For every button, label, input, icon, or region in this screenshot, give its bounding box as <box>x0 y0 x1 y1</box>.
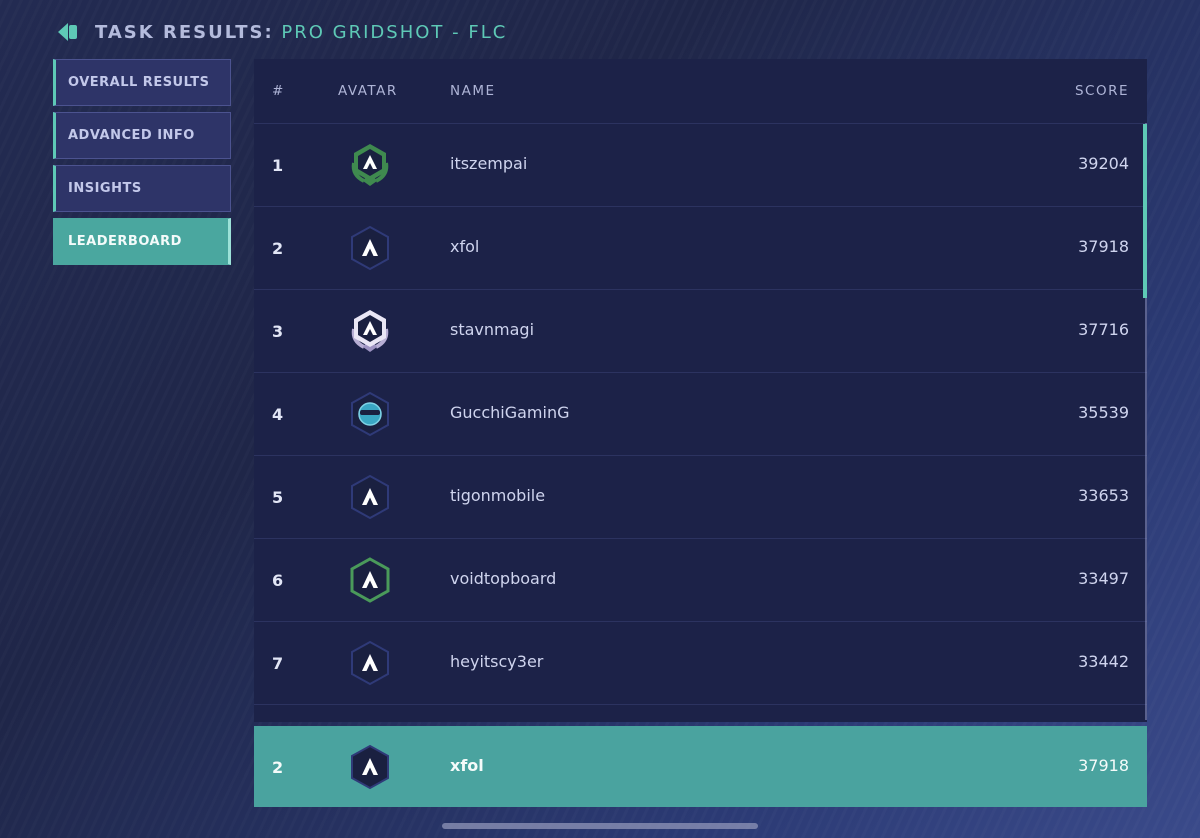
row-score: 33442 <box>1078 652 1129 671</box>
table-row[interactable]: 3 stavnmagi 37716 <box>254 290 1147 373</box>
row-rank: 4 <box>272 405 284 424</box>
nav-insights[interactable]: INSIGHTS <box>53 165 231 212</box>
row-score: 37716 <box>1078 320 1129 339</box>
table-row[interactable]: 2 xfol 37918 <box>254 207 1147 290</box>
page-title: TASK RESULTS: PRO GRIDSHOT - FLC <box>95 22 507 43</box>
green-hexagon-badge-icon <box>350 557 390 603</box>
table-row[interactable]: 5 tigonmobile 33653 <box>254 456 1147 539</box>
table-row[interactable]: 1 itszempai 39204 <box>254 124 1147 207</box>
row-rank: 7 <box>272 654 284 673</box>
nav-leaderboard[interactable]: LEADERBOARD <box>53 218 231 265</box>
back-arrow-icon <box>58 23 77 41</box>
current-user-row[interactable]: 2 xfol 37918 <box>254 726 1147 807</box>
back-button[interactable] <box>55 19 81 45</box>
table-header: # AVATAR NAME SCORE <box>254 59 1147 124</box>
avatar-column-header: AVATAR <box>338 83 398 99</box>
page-header: TASK RESULTS: PRO GRIDSHOT - FLC <box>55 18 507 46</box>
rank-column-header: # <box>272 83 285 99</box>
row-rank: 2 <box>272 239 284 258</box>
row-name: tigonmobile <box>450 486 546 505</box>
score-column-header: SCORE <box>1074 83 1129 99</box>
table-row[interactable]: 4 GucchiGaminG 35539 <box>254 373 1147 456</box>
row-name: itszempai <box>450 154 528 173</box>
hexagon-badge-icon <box>351 640 389 686</box>
leaderboard-table: # AVATAR NAME SCORE 1 itszempai 39204 2 … <box>254 59 1147 722</box>
row-rank: 3 <box>272 322 284 341</box>
scrollbar-thumb[interactable] <box>1143 124 1147 298</box>
home-indicator[interactable] <box>442 823 758 829</box>
gold-laurel-badge-icon <box>351 144 389 186</box>
hexagon-badge-icon <box>351 744 389 790</box>
custom-avatar-icon <box>351 391 389 437</box>
row-rank: 5 <box>272 488 284 507</box>
row-rank: 6 <box>272 571 284 590</box>
row-name: stavnmagi <box>450 320 535 339</box>
row-rank: 1 <box>272 156 284 175</box>
hexagon-badge-icon <box>351 474 389 520</box>
current-user-rank: 2 <box>272 758 284 777</box>
title-label: TASK RESULTS: <box>95 21 274 43</box>
nav-advanced-info[interactable]: ADVANCED INFO <box>53 112 231 159</box>
task-name: PRO GRIDSHOT - FLC <box>281 21 508 43</box>
name-column-header: NAME <box>450 83 496 99</box>
row-name: voidtopboard <box>450 569 557 588</box>
hexagon-badge-icon <box>351 225 389 271</box>
current-user-name: xfol <box>450 756 484 775</box>
row-score: 37918 <box>1078 237 1129 256</box>
nav-overall-results[interactable]: OVERALL RESULTS <box>53 59 231 106</box>
row-score: 33497 <box>1078 569 1129 588</box>
table-row[interactable]: 7 heyitscy3er 33442 <box>254 622 1147 705</box>
row-name: heyitscy3er <box>450 652 544 671</box>
row-score: 35539 <box>1078 403 1129 422</box>
current-user-score: 37918 <box>1078 756 1129 775</box>
row-name: xfol <box>450 237 480 256</box>
row-name: GucchiGaminG <box>450 403 570 422</box>
silver-laurel-badge-icon <box>351 310 389 352</box>
row-score: 39204 <box>1078 154 1129 173</box>
table-row[interactable]: 6 voidtopboard 33497 <box>254 539 1147 622</box>
side-nav: OVERALL RESULTS ADVANCED INFO INSIGHTS L… <box>53 59 231 271</box>
row-score: 33653 <box>1078 486 1129 505</box>
